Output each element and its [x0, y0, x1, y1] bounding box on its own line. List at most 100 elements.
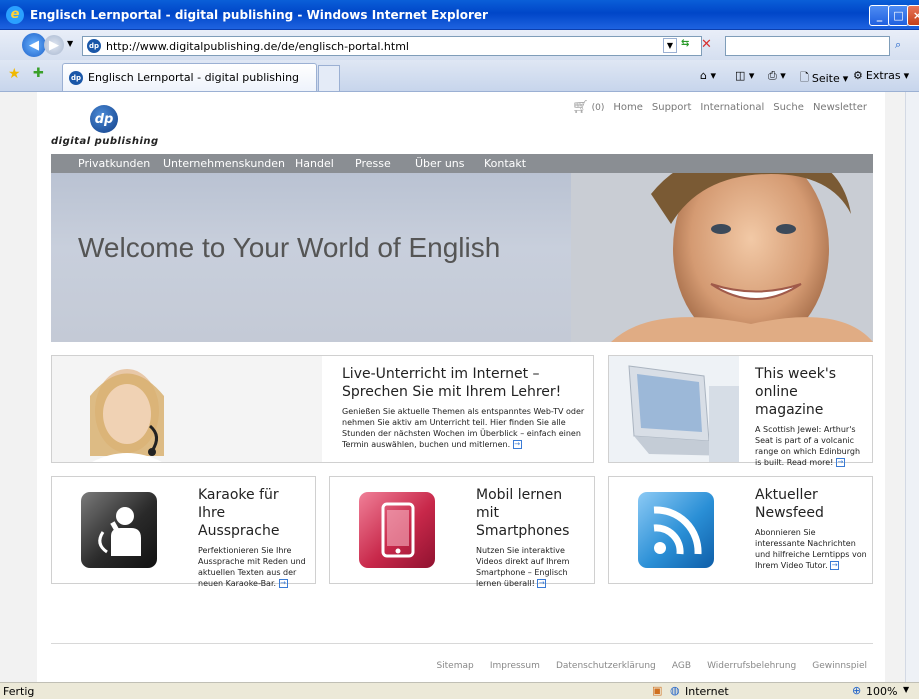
newsfeed-card-title-2: Newsfeed	[755, 505, 824, 521]
nav-unternehmenskunden[interactable]: Unternehmenskunden	[163, 157, 285, 170]
tab-favicon: dp	[69, 70, 83, 85]
search-input[interactable]	[725, 36, 890, 56]
newsfeed-card-body: Aktueller Newsfeed Abonnieren Sie intere…	[755, 486, 867, 571]
address-url: http://www.digitalpublishing.de/de/engli…	[106, 39, 409, 53]
site-logo[interactable]: dp	[90, 105, 118, 133]
footer-datenschutz[interactable]: Datenschutzerklärung	[556, 661, 656, 671]
karaoke-card-title-2: Aussprache	[198, 523, 280, 539]
url-dropdown-icon[interactable]: ▼	[663, 38, 677, 53]
tab-label: Englisch Lernportal - digital publishing	[88, 71, 300, 84]
microphone-icon	[98, 507, 141, 556]
tab-row: ★ ✚ dp Englisch Lernportal - digital pub…	[0, 60, 919, 92]
top-link-search[interactable]: Suche	[773, 102, 804, 113]
minimize-button[interactable]: _	[869, 5, 890, 26]
karaoke-card-text: Perfektionieren Sie Ihre Aussprache mit …	[198, 546, 306, 588]
laptop-image	[609, 356, 739, 462]
arrow-icon[interactable]: →	[835, 458, 845, 467]
ie-logo-icon: e	[6, 5, 24, 24]
karaoke-card-body: Karaoke für Ihre Aussprache Perfektionie…	[198, 486, 310, 589]
mobile-card[interactable]: Mobil lernen mit Smartphones Nutzen Sie …	[329, 476, 595, 588]
hero-title: Welcome to Your World of English	[78, 232, 501, 263]
footer-links: Sitemap Impressum Datenschutzerklärung A…	[425, 653, 867, 672]
headset-woman-image	[52, 356, 322, 462]
footer-widerruf[interactable]: Widerrufsbelehrung	[707, 661, 796, 671]
arrow-icon[interactable]: →	[830, 561, 840, 570]
maximize-button[interactable]: □	[888, 5, 909, 26]
add-favorites-icon[interactable]: ✚	[33, 66, 44, 81]
security-zone: Internet	[685, 685, 729, 698]
nav-presse[interactable]: Presse	[355, 157, 391, 170]
top-link-newsletter[interactable]: Newsletter	[813, 102, 867, 113]
back-button[interactable]: ◀	[22, 33, 46, 57]
forward-button[interactable]: ▶	[44, 35, 64, 55]
protected-mode-icon: ▣	[652, 684, 663, 697]
mobile-card-title-1: Mobil lernen mit	[476, 487, 563, 521]
footer-agb[interactable]: AGB	[672, 661, 691, 671]
page-viewport: dp digital publishing 🛒︎ (0) Home Suppor…	[0, 92, 905, 682]
nav-handel[interactable]: Handel	[295, 157, 334, 170]
close-button[interactable]: ×	[907, 5, 919, 26]
live-card[interactable]: Live-Unterricht im Internet – Sprechen S…	[51, 355, 594, 463]
rss-app-icon	[638, 492, 714, 568]
address-input[interactable]: dp http://www.digitalpublishing.de/de/en…	[82, 36, 702, 56]
page-menu[interactable]: 🗋 Seite ▾	[800, 69, 848, 88]
page-menu-label: Seite	[811, 72, 840, 85]
search-icon[interactable]: ⌕	[895, 38, 901, 52]
footer-gewinnspiel[interactable]: Gewinnspiel	[812, 661, 867, 671]
print-icon[interactable]: ⎙ ▾	[768, 69, 786, 83]
status-bar: Fertig ▣ ◍ Internet ⊕ 100% ▼	[0, 682, 919, 699]
page-icon: 🗋	[800, 71, 809, 84]
zoom-level[interactable]: 100%	[866, 685, 897, 698]
live-card-title-2: Sprechen Sie mit Ihrem Lehrer!	[342, 384, 562, 400]
brand-name: digital publishing	[51, 136, 159, 147]
top-link-home[interactable]: Home	[613, 102, 643, 113]
favorites-star-icon[interactable]: ★	[8, 66, 21, 82]
status-text: Fertig	[3, 685, 35, 698]
zoom-dropdown-icon[interactable]: ▼	[903, 685, 909, 694]
refresh-icon[interactable]: ⇆	[681, 38, 696, 53]
top-link-international[interactable]: International	[700, 102, 764, 113]
main-nav: Privatkunden Unternehmenskunden Handel P…	[51, 154, 873, 173]
browser-tab[interactable]: dp Englisch Lernportal - digital publish…	[62, 63, 317, 91]
newsfeed-card-text: Abonnieren Sie interessante Nachrichten …	[755, 528, 867, 570]
magazine-card-title-2: online magazine	[755, 384, 824, 418]
globe-icon: ◍	[670, 684, 680, 697]
history-dropdown-icon[interactable]: ▼	[67, 39, 73, 48]
window-title-bar: e Englisch Lernportal - digital publishi…	[0, 0, 919, 30]
logo-mark: dp	[94, 111, 114, 127]
top-link-support[interactable]: Support	[652, 102, 692, 113]
vertical-scrollbar[interactable]	[905, 92, 919, 682]
extras-menu-label: Extras	[865, 69, 901, 82]
smartphone-app-icon	[359, 492, 435, 568]
arrow-icon[interactable]: →	[537, 579, 547, 588]
live-card-text: Genießen Sie aktuelle Themen als entspan…	[342, 407, 585, 449]
nav-kontakt[interactable]: Kontakt	[484, 157, 526, 170]
top-links: 🛒︎ (0) Home Support International Suche …	[572, 100, 867, 115]
footer-sitemap[interactable]: Sitemap	[436, 661, 473, 671]
footer-impressum[interactable]: Impressum	[490, 661, 540, 671]
mobile-card-title-2: Smartphones	[476, 523, 570, 539]
hero-banner: Welcome to Your World of English	[51, 154, 873, 342]
newsfeed-card[interactable]: Aktueller Newsfeed Abonnieren Sie intere…	[608, 476, 873, 584]
nav-ueber-uns[interactable]: Über uns	[415, 157, 465, 170]
arrow-icon[interactable]: →	[512, 440, 522, 449]
extras-menu[interactable]: ⚙ Extras ▾	[853, 69, 909, 82]
web-page: dp digital publishing 🛒︎ (0) Home Suppor…	[37, 92, 885, 682]
nav-privatkunden[interactable]: Privatkunden	[78, 157, 150, 170]
newsfeed-card-title-1: Aktueller	[755, 487, 818, 503]
magazine-card[interactable]: This week's online magazine A Scottish J…	[608, 355, 873, 467]
live-card-title-1: Live-Unterricht im Internet –	[342, 366, 540, 382]
new-tab-button[interactable]	[318, 65, 340, 91]
site-favicon: dp	[87, 39, 101, 53]
karaoke-icon	[81, 492, 157, 568]
karaoke-card[interactable]: Karaoke für Ihre Aussprache Perfektionie…	[51, 476, 316, 588]
cart-icon[interactable]: 🛒︎	[572, 100, 589, 115]
zoom-icon[interactable]: ⊕	[852, 684, 861, 697]
feeds-icon[interactable]: ◫ ▾	[735, 69, 754, 82]
arrow-icon[interactable]: →	[278, 579, 288, 588]
cart-count[interactable]: (0)	[592, 103, 605, 113]
stop-icon[interactable]: ✕	[701, 37, 716, 52]
gear-icon: ⚙	[853, 69, 863, 82]
magazine-card-title-1: This week's	[755, 366, 836, 382]
home-icon[interactable]: ⌂ ▾	[700, 69, 716, 82]
